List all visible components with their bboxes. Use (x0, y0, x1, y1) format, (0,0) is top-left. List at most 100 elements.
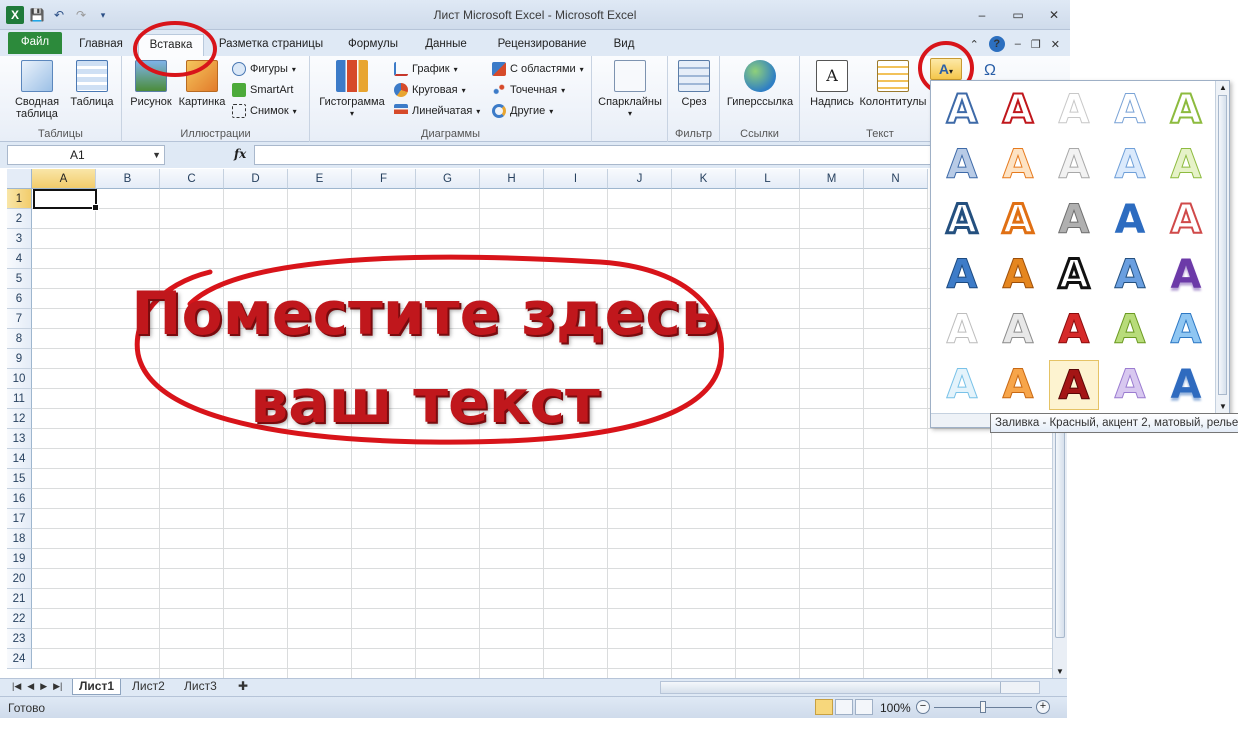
gallery-scrollbar[interactable]: ▲ ▼ (1215, 81, 1229, 413)
row-header[interactable]: 6 (7, 289, 32, 309)
column-header[interactable]: D (224, 169, 288, 189)
tab-insert[interactable]: Вставка (138, 34, 204, 56)
histogram-button[interactable]: Гистограмма ▾ (314, 60, 390, 120)
doc-close-icon[interactable]: ✕ (1051, 38, 1060, 51)
column-header[interactable]: G (416, 169, 480, 189)
wordart-style-option[interactable]: A (1161, 140, 1211, 190)
row-header[interactable]: 7 (7, 309, 32, 329)
row-header[interactable]: 11 (7, 389, 32, 409)
row-header[interactable]: 22 (7, 609, 32, 629)
page-break-view-icon[interactable] (855, 699, 873, 715)
zoom-in-icon[interactable]: + (1036, 700, 1050, 714)
row-header[interactable]: 18 (7, 529, 32, 549)
close-icon[interactable]: ✕ (1044, 8, 1064, 22)
tab-review[interactable]: Рецензирование (488, 34, 596, 56)
column-header[interactable]: B (96, 169, 160, 189)
insert-sheet-icon[interactable]: ✚ (232, 679, 254, 695)
row-header[interactable]: 2 (7, 209, 32, 229)
wordart-style-option[interactable]: A (937, 305, 987, 355)
row-header[interactable]: 8 (7, 329, 32, 349)
table-button[interactable]: Таблица (66, 60, 118, 108)
tab-view[interactable]: Вид (606, 34, 642, 56)
name-box[interactable]: A1 ▼ (7, 145, 165, 165)
hyperlink-button[interactable]: Гиперссылка (724, 60, 796, 108)
row-header[interactable]: 17 (7, 509, 32, 529)
area-chart-button[interactable]: С областями ▾ (492, 62, 584, 76)
prev-sheet-icon[interactable]: ◀ (27, 681, 34, 692)
tab-data[interactable]: Данные (416, 34, 476, 56)
doc-minimize-icon[interactable]: – (1015, 38, 1021, 50)
row-header[interactable]: 24 (7, 649, 32, 669)
ribbon-minimize-icon[interactable]: ⌃ (970, 38, 979, 51)
active-cell[interactable] (33, 189, 99, 211)
column-header[interactable]: C (160, 169, 224, 189)
row-header[interactable]: 4 (7, 249, 32, 269)
zoom-level[interactable]: 100% (880, 701, 911, 715)
wordart-style-option[interactable]: A (1049, 250, 1099, 300)
help-icon[interactable]: ? (988, 36, 1005, 52)
wordart-style-option[interactable]: A (937, 250, 987, 300)
column-header[interactable]: F (352, 169, 416, 189)
wordart-style-option[interactable]: A (993, 250, 1043, 300)
sheet-tab-2[interactable]: Лист2 (126, 679, 171, 695)
minimize-icon[interactable]: – (972, 8, 992, 22)
wordart-style-option[interactable]: A (1049, 305, 1099, 355)
wordart-style-option[interactable]: A (1161, 250, 1211, 300)
sparklines-button[interactable]: Спарклайны ▾ (596, 60, 664, 120)
slicer-button[interactable]: Срез (674, 60, 714, 108)
wordart-style-option[interactable]: A (1105, 360, 1155, 410)
row-header[interactable]: 13 (7, 429, 32, 449)
wordart-style-option[interactable]: A (1105, 305, 1155, 355)
header-footer-button[interactable]: Колонтитулы (858, 60, 928, 108)
tab-formulas[interactable]: Формулы (340, 34, 406, 56)
fx-icon[interactable]: fx (234, 147, 246, 161)
name-box-dropdown-icon[interactable]: ▼ (152, 146, 161, 164)
column-header[interactable]: M (800, 169, 864, 189)
other-charts-button[interactable]: Другие ▾ (492, 104, 553, 118)
wordart-style-option[interactable]: A (1105, 140, 1155, 190)
wordart-style-option[interactable]: A (993, 195, 1043, 245)
row-header[interactable]: 12 (7, 409, 32, 429)
next-sheet-icon[interactable]: ▶ (40, 681, 47, 692)
wordart-style-option[interactable]: A (1161, 305, 1211, 355)
maximize-icon[interactable]: ▭ (1008, 8, 1028, 22)
column-header[interactable]: I (544, 169, 608, 189)
doc-restore-icon[interactable]: ❐ (1031, 38, 1041, 51)
wordart-style-option[interactable]: A (937, 140, 987, 190)
gallery-scroll-up-icon[interactable]: ▲ (1219, 83, 1227, 92)
wordart-style-option[interactable]: A (937, 195, 987, 245)
wordart-button[interactable]: A▾ (930, 58, 962, 80)
gallery-scroll-down-icon[interactable]: ▼ (1219, 402, 1227, 411)
wordart-style-option[interactable]: A (993, 360, 1043, 410)
row-header[interactable]: 19 (7, 549, 32, 569)
wordart-style-option[interactable]: A (1105, 85, 1155, 135)
row-header[interactable]: 20 (7, 569, 32, 589)
normal-view-icon[interactable] (815, 699, 833, 715)
wordart-style-option[interactable]: A (937, 360, 987, 410)
column-header[interactable]: A (32, 169, 96, 189)
tab-home[interactable]: Главная (72, 34, 130, 56)
wordart-style-option[interactable]: A (1105, 250, 1155, 300)
sheet-tab-1[interactable]: Лист1 (72, 679, 122, 695)
symbol-button[interactable]: Ω (984, 62, 996, 80)
wordart-style-option[interactable]: A (1161, 195, 1211, 245)
row-header[interactable]: 1 (7, 189, 32, 209)
wordart-style-option[interactable]: A (1049, 360, 1099, 410)
page-layout-view-icon[interactable] (835, 699, 853, 715)
select-all-corner[interactable] (7, 169, 32, 189)
wordart-style-option[interactable]: A (937, 85, 987, 135)
smartart-button[interactable]: SmartArt (232, 83, 293, 97)
wordart-style-option[interactable]: A (1161, 85, 1211, 135)
line-chart-button[interactable]: График ▾ (394, 62, 458, 76)
sheet-tab-3[interactable]: Лист3 (178, 679, 223, 695)
column-header[interactable]: J (608, 169, 672, 189)
column-header[interactable]: K (672, 169, 736, 189)
wordart-style-option[interactable]: A (993, 85, 1043, 135)
column-header[interactable]: N (864, 169, 928, 189)
column-header[interactable]: L (736, 169, 800, 189)
row-header[interactable]: 14 (7, 449, 32, 469)
bar-chart-button[interactable]: Линейчатая ▾ (394, 104, 480, 118)
wordart-style-option[interactable]: A (1161, 360, 1211, 410)
wordart-style-option[interactable]: A (993, 140, 1043, 190)
shapes-button[interactable]: Фигуры ▾ (232, 62, 296, 76)
